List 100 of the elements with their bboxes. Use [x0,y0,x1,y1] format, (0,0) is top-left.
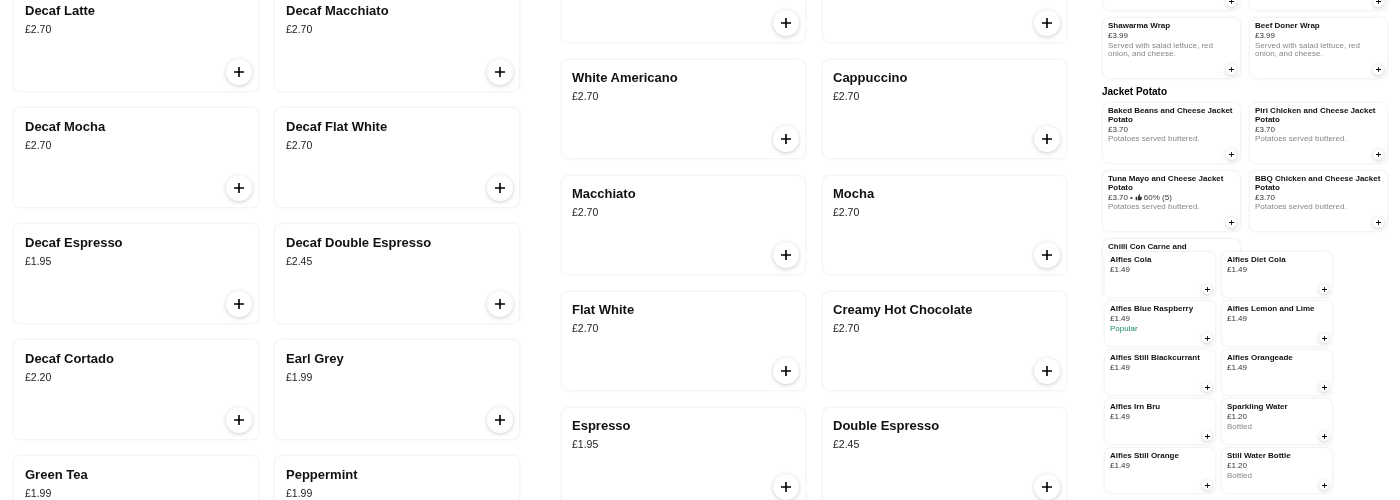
item-price: £2.70 [286,139,314,151]
item-price: £2.70 [833,206,861,218]
item-price: £1.99 [25,487,53,499]
item-description: Potatoes served buttered. [1108,203,1201,213]
menu-card[interactable]: Decaf Espresso £1.95 [14,224,258,323]
item-name: Decaf Mocha [25,119,107,134]
menu-card[interactable]: BBQ Chicken and Cheese Jacket Potato £3.70 Potatoes served buttered. [1250,171,1387,231]
menu-card[interactable]: Green Tea £1.99 [14,456,258,500]
item-price: £1.95 [25,255,53,267]
item-name: Piri Chicken and Cheese Jacket Potato [1255,107,1377,125]
item-name: Cappuccino [833,70,909,85]
item-description: Potatoes served buttered. [1255,203,1348,213]
item-name: Green Tea [25,467,89,482]
item-price: £1.99 [286,371,314,383]
menu-card[interactable]: Piri Chicken and Cheese Jacket Potato £3.70 Potatoes served buttered. [1250,103,1387,163]
item-price: £1.95 [572,438,600,450]
item-description: Served with salad lettuce, red onion, and cheese. [1108,41,1214,60]
item-price: £2.70 [572,322,600,334]
item-name: Shawarma Wrap [1108,22,1172,31]
item-description: Potatoes served buttered. [1108,135,1201,145]
item-price: £2.45 [833,438,861,450]
item-name: Beef Doner Wrap [1255,22,1321,31]
menu-card[interactable]: Shawarma Wrap £3.99 Served with salad lettuce, red onion, and cheese. [1103,18,1240,78]
item-price: £1.99 [286,487,314,499]
item-name: Decaf Cortado [25,351,115,366]
menu-card[interactable]: Alfies Irn Bru £1.49 [1105,399,1215,444]
item-price: £3.70 [1108,193,1129,203]
item-name: Still Water Bottle [1227,452,1292,461]
menu-card[interactable]: Alfies Still Orange £1.49 [1105,448,1215,493]
item-name: Decaf Latte [25,3,97,18]
item-name: Alfies Cola [1110,256,1153,265]
item-name: Alfies Orangeade [1227,354,1294,363]
item-name: Decaf Macchiato [286,3,390,18]
menu-card[interactable]: Double Espresso £2.45 [823,408,1066,500]
menu-card[interactable]: Beef Doner Wrap £3.99 Served with salad lettuce, red onion, and cheese. [1250,18,1387,78]
menu-card[interactable]: Decaf Latte £2.70 [14,0,258,91]
item-name: White Americano [572,70,679,85]
menu-card[interactable]: White Americano £2.70 [562,60,805,158]
item-name: Decaf Double Espresso [286,235,433,250]
item-name: Alfies Still Orange [1110,452,1180,461]
popular-tag: Popular [1110,324,1212,334]
item-description: Potatoes served buttered. [1255,135,1348,145]
item-name: Tuna Mayo and Cheese Jacket Potato [1108,175,1225,193]
item-price: £2.70 [572,206,600,218]
item-price: £1.49 [1110,412,1132,422]
menu-card[interactable]: Alfies Orangeade £1.49 [1222,350,1332,395]
menu-card[interactable]: Flat White £2.70 [562,292,805,390]
menu-card[interactable]: Alfies Lemon and Lime £1.49 [1222,301,1332,346]
item-name: Double Espresso [833,418,941,433]
item-price: £2.70 [833,90,861,102]
menu-card[interactable]: Alfies Blue Raspberry £1.49 Popular [1105,301,1215,346]
menu-card[interactable]: Alfies Still Blackcurrant £1.49 [1105,350,1215,395]
menu-card[interactable]: Decaf Flat White £2.70 [275,108,519,207]
item-name: Creamy Hot Chocolate [833,302,974,317]
menu-card[interactable]: Sparkling Water £1.20 Bottled [1222,399,1332,444]
menu-card[interactable]: Espresso £1.95 [562,408,805,500]
menu-card[interactable]: Decaf Macchiato £2.70 [275,0,519,91]
menu-card[interactable]: Decaf Mocha £2.70 [14,108,258,207]
item-price: £2.70 [833,322,861,334]
item-price: £3.70 [1108,125,1130,135]
item-name: Decaf Espresso [25,235,124,250]
item-name: Alfies Blue Raspberry [1110,305,1195,314]
item-price: £3.70 [1255,193,1277,203]
separator: • [1130,193,1133,203]
item-price: £1.49 [1227,265,1249,275]
menu-card[interactable]: Baked Beans and Cheese Jacket Potato £3.70 Potatoes served buttered. [1103,103,1240,163]
menu-card[interactable]: Cappuccino £2.70 [823,60,1066,158]
item-price: £1.20 [1227,461,1249,471]
item-price: £3.99 [1255,31,1277,41]
menu-card[interactable]: Alfies Cola £1.49 [1105,252,1215,297]
menu-card[interactable]: Macchiato £2.70 [562,176,805,274]
item-name: Baked Beans and Cheese Jacket Potato [1108,107,1234,125]
item-name: Chilli Con Carne and [1108,243,1188,252]
item-price: £1.49 [1110,461,1132,471]
menu-card[interactable]: Mocha £2.70 [823,176,1066,274]
menu-card[interactable]: Alfies Diet Cola £1.49 [1222,252,1332,297]
menu-card[interactable]: Decaf Double Espresso £2.45 [275,224,519,323]
item-price: £1.49 [1110,265,1132,275]
item-name: Alfies Still Blackcurrant [1110,354,1201,363]
menu-card[interactable]: Peppermint £1.99 [275,456,519,500]
item-name: BBQ Chicken and Cheese Jacket Potato [1255,175,1382,193]
item-price: £2.70 [572,90,600,102]
item-price: £1.20 [1227,412,1249,422]
item-name: Mocha [833,186,876,201]
menu-card[interactable]: Creamy Hot Chocolate £2.70 [823,292,1066,390]
item-price: £1.49 [1227,363,1249,373]
item-price: £2.20 [25,371,53,383]
item-name: Alfies Lemon and Lime [1227,305,1316,314]
menu-card[interactable]: Earl Grey £1.99 [275,340,519,439]
item-name: Alfies Diet Cola [1227,256,1287,265]
item-price: £2.70 [25,139,53,151]
item-name: Macchiato [572,186,637,201]
section-heading: Jacket Potato [1102,86,1169,97]
item-name: Earl Grey [286,351,345,366]
item-name: Espresso [572,418,632,433]
item-note: Bottled [1227,422,1253,432]
menu-card[interactable]: Still Water Bottle £1.20 Bottled [1222,448,1332,493]
item-name: Sparkling Water [1227,403,1289,412]
menu-card[interactable]: Tuna Mayo and Cheese Jacket Potato £3.70 • 60% (5) Potatoes served buttered. [1103,171,1240,231]
menu-card[interactable]: Decaf Cortado £2.20 [14,340,258,439]
